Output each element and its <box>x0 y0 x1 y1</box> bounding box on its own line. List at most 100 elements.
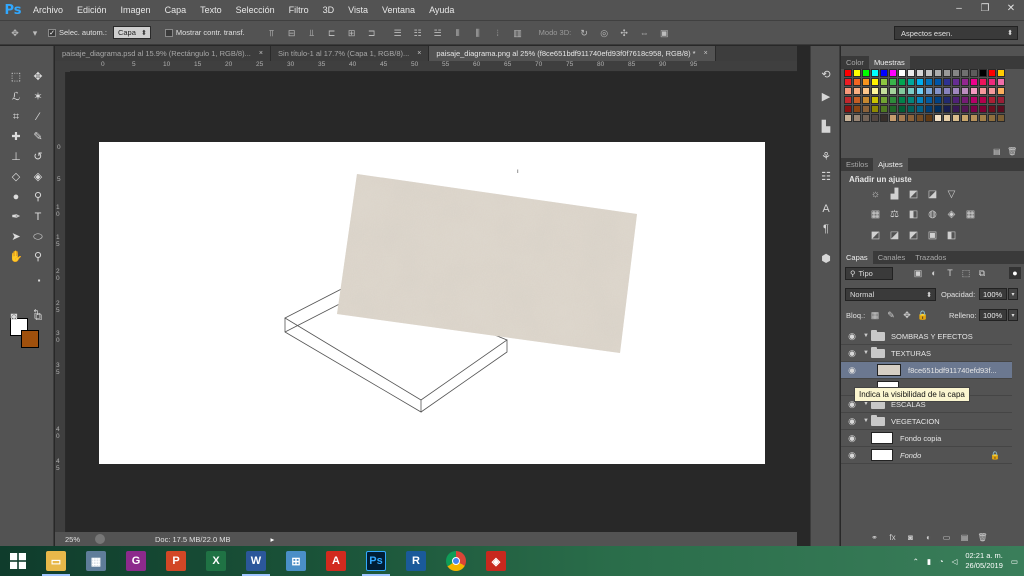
taskbar-revit[interactable]: R <box>396 546 436 576</box>
color-swatch[interactable] <box>979 114 987 122</box>
color-swatch[interactable] <box>952 105 960 113</box>
color-swatch[interactable] <box>907 87 915 95</box>
color-swatch[interactable] <box>970 87 978 95</box>
brightness-icon[interactable]: ☼ <box>869 189 882 201</box>
color-swatch[interactable] <box>952 114 960 122</box>
selective-color-icon[interactable]: ◧ <box>945 230 958 242</box>
taskbar-chrome[interactable] <box>436 546 476 576</box>
color-swatch[interactable] <box>916 114 924 122</box>
color-swatch[interactable] <box>853 69 861 77</box>
threshold-icon[interactable]: ◩ <box>907 230 920 242</box>
color-swatch[interactable] <box>997 69 1005 77</box>
color-swatch[interactable] <box>871 114 879 122</box>
layer-row[interactable]: ◉ ▼ TEXTURAS <box>841 345 1012 362</box>
menu-capa[interactable]: Capa <box>158 5 194 15</box>
new-layer-icon[interactable]: ▤ <box>959 532 970 543</box>
color-swatch[interactable] <box>934 96 942 104</box>
fill-arrow-icon[interactable]: ▾ <box>1008 309 1018 321</box>
color-swatch[interactable] <box>997 78 1005 86</box>
menu-vista[interactable]: Vista <box>341 5 375 15</box>
color-swatch[interactable] <box>862 78 870 86</box>
distribute-vcenter-icon[interactable]: ☷ <box>411 27 425 39</box>
color-swatch[interactable] <box>934 78 942 86</box>
rotate-3d-icon[interactable]: ↻ <box>577 27 591 39</box>
tab-ajustes[interactable]: Ajustes <box>873 158 908 171</box>
default-colors-icon[interactable]: ▪ <box>29 272 49 290</box>
color-swatch[interactable] <box>952 78 960 86</box>
fill-field[interactable]: 100% <box>979 309 1007 321</box>
tab-paisaje-psd[interactable]: paisaje_diagrama.psd al 15.9% (Rectángul… <box>55 46 271 61</box>
status-info-icon[interactable] <box>95 534 105 544</box>
color-swatch[interactable] <box>970 78 978 86</box>
drag-3d-icon[interactable]: ✣ <box>617 27 631 39</box>
type-tool-icon[interactable]: T <box>28 208 48 226</box>
align-top-icon[interactable]: ⫪ <box>265 27 279 39</box>
tab-trazados[interactable]: Trazados <box>910 251 951 264</box>
color-balance-icon[interactable]: ⚖ <box>888 209 901 221</box>
menu-imagen[interactable]: Imagen <box>114 5 158 15</box>
color-swatch[interactable] <box>961 105 969 113</box>
color-swatch[interactable] <box>898 105 906 113</box>
exposure-icon[interactable]: ◪ <box>926 189 939 201</box>
tab-close-icon[interactable]: × <box>704 50 708 57</box>
taskbar-excel[interactable]: X <box>196 546 236 576</box>
color-swatch[interactable] <box>979 69 987 77</box>
color-swatch[interactable] <box>844 96 852 104</box>
black-white-icon[interactable]: ◧ <box>907 209 920 221</box>
filter-toggle-icon[interactable]: ● <box>1009 267 1021 279</box>
hue-sat-icon[interactable]: ▦ <box>869 209 882 221</box>
taskbar-acrobat[interactable]: A <box>316 546 356 576</box>
filter-type-icon[interactable]: T <box>944 267 956 279</box>
color-swatch[interactable] <box>844 105 852 113</box>
color-swatch[interactable] <box>979 78 987 86</box>
move-tool-icon[interactable]: ✥ <box>28 68 48 86</box>
color-swatch[interactable] <box>880 96 888 104</box>
blur-tool-icon[interactable]: ● <box>6 188 26 206</box>
color-swatch[interactable] <box>889 78 897 86</box>
color-swatch[interactable] <box>844 87 852 95</box>
brush-tool-icon[interactable]: ✎ <box>28 128 48 146</box>
slide-3d-icon[interactable]: ⇔ <box>637 27 651 39</box>
menu-ventana[interactable]: Ventana <box>375 5 422 15</box>
color-swatch[interactable] <box>961 78 969 86</box>
swatch-grid[interactable] <box>844 69 1006 123</box>
color-swatch[interactable] <box>943 69 951 77</box>
eraser-tool-icon[interactable]: ◇ <box>6 168 26 186</box>
color-swatch[interactable] <box>862 87 870 95</box>
adjustment-layer-icon[interactable]: ◐ <box>923 532 934 543</box>
brush-panel-icon[interactable]: ⚘ <box>819 150 833 164</box>
color-swatch[interactable] <box>988 114 996 122</box>
histogram-panel-icon[interactable]: ▙ <box>819 120 833 134</box>
visibility-eye-icon[interactable]: ◉ <box>841 331 863 342</box>
3d-panel-icon[interactable]: ⬢ <box>819 252 833 266</box>
show-hidden-icon[interactable]: ⌃ <box>913 557 919 566</box>
workspace-dropdown[interactable]: Aspectos esen. <box>894 26 1018 40</box>
tab-capas[interactable]: Capas <box>841 251 873 264</box>
delete-layer-icon[interactable]: 🗑 <box>977 532 988 543</box>
color-lookup-icon[interactable]: ▦ <box>964 209 977 221</box>
magic-wand-tool-icon[interactable]: ✶ <box>28 88 48 106</box>
color-swatch[interactable] <box>907 69 915 77</box>
color-swatch[interactable] <box>970 69 978 77</box>
invert-icon[interactable]: ◩ <box>869 230 882 242</box>
color-swatch[interactable] <box>880 114 888 122</box>
pen-tool-icon[interactable]: ✒ <box>6 208 26 226</box>
menu-seleccion[interactable]: Selección <box>229 5 282 15</box>
menu-filtro[interactable]: Filtro <box>282 5 316 15</box>
color-swatch[interactable] <box>889 69 897 77</box>
color-swatch[interactable] <box>844 69 852 77</box>
color-swatch[interactable] <box>889 114 897 122</box>
filter-smart-icon[interactable]: ⧉ <box>976 267 988 279</box>
lock-transparent-icon[interactable]: ▦ <box>869 309 881 321</box>
color-swatch[interactable] <box>916 78 924 86</box>
color-swatch[interactable] <box>952 87 960 95</box>
visibility-eye-icon[interactable]: ◉ <box>841 348 863 359</box>
roll-3d-icon[interactable]: ◎ <box>597 27 611 39</box>
brush-presets-icon[interactable]: ☷ <box>819 170 833 184</box>
show-transform-checkbox[interactable]: Mostrar contr. transf. <box>164 28 245 37</box>
color-swatch[interactable] <box>871 78 879 86</box>
filter-pixel-icon[interactable]: ▣ <box>912 267 924 279</box>
taskbar-calculator[interactable]: ▦ <box>76 546 116 576</box>
color-swatch[interactable] <box>997 87 1005 95</box>
color-swatch[interactable] <box>970 114 978 122</box>
